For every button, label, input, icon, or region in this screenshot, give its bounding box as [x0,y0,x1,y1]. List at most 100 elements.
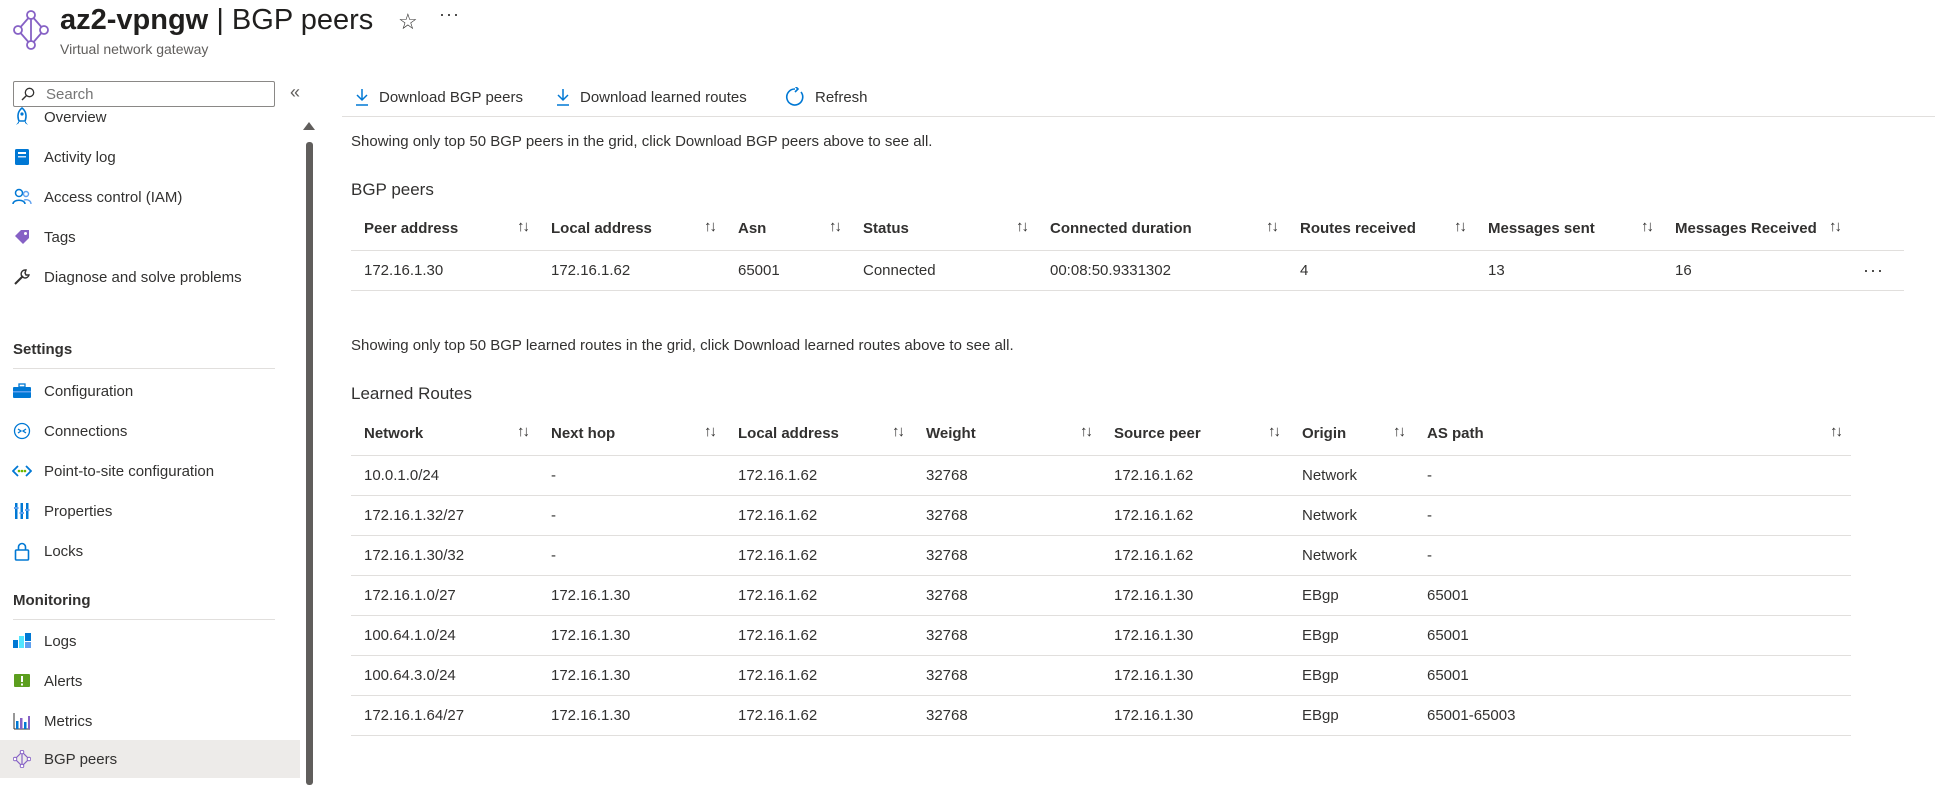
table-row[interactable]: 100.64.1.0/24 172.16.1.30 172.16.1.62 32… [351,615,1851,656]
sidebar-item-configuration[interactable]: Configuration [0,372,300,410]
column-header-as-path[interactable]: AS path ↑↓ [1414,411,1851,456]
download-learned-routes-button[interactable]: Download learned routes [556,82,747,112]
column-header-messages-received[interactable]: Messages Received ↑↓ [1662,206,1850,251]
origin-cell: EBgp [1289,615,1414,656]
column-header-weight[interactable]: Weight ↑↓ [913,411,1101,456]
next-hop-cell: - [538,455,725,496]
point-to-site-icon [12,461,32,481]
row-more-options-button[interactable]: ··· [1863,260,1884,280]
table-row[interactable]: 172.16.1.30/32 - 172.16.1.62 32768 172.1… [351,535,1851,576]
sidebar-item-locks[interactable]: Locks [0,532,300,570]
sort-icon[interactable]: ↑↓ [704,218,717,235]
peer-address-cell: 172.16.1.30 [351,250,538,291]
sidebar-item-alerts[interactable]: Alerts [0,662,300,700]
sidebar-item-iam[interactable]: Access control (IAM) [0,178,300,216]
next-hop-cell: 172.16.1.30 [538,615,725,656]
sidebar-item-label: Diagnose and solve problems [44,268,242,286]
column-header-origin[interactable]: Origin ↑↓ [1289,411,1414,456]
sidebar-item-activity-log[interactable]: Activity log [0,138,300,176]
column-header-asn[interactable]: Asn ↑↓ [725,206,850,251]
tag-icon [12,227,32,247]
scroll-up-arrow-icon[interactable] [303,122,315,130]
column-header-status[interactable]: Status ↑↓ [850,206,1037,251]
network-cell: 100.64.3.0/24 [351,655,538,696]
table-row[interactable]: 172.16.1.30 172.16.1.62 65001 Connected … [351,250,1904,291]
source-peer-cell: 172.16.1.30 [1101,575,1289,616]
sort-icon[interactable]: ↑↓ [1016,218,1029,235]
column-header-source-peer[interactable]: Source peer ↑↓ [1101,411,1289,456]
sort-icon[interactable]: ↑↓ [1393,423,1406,440]
table-row[interactable]: 10.0.1.0/24 - 172.16.1.62 32768 172.16.1… [351,455,1851,496]
sidebar-item-logs[interactable]: Logs [0,622,300,660]
column-header-label: Next hop [551,424,616,442]
weight-cell: 32768 [913,695,1101,736]
table-row[interactable]: 172.16.1.0/27 172.16.1.30 172.16.1.62 32… [351,575,1851,616]
log-book-icon [12,147,32,167]
table-header-row: Peer address ↑↓ Local address ↑↓ Asn ↑↓ Sta… [351,206,1904,251]
download-icon [557,89,569,106]
column-header-connected-duration[interactable]: Connected duration ↑↓ [1037,206,1287,251]
origin-cell: Network [1289,495,1414,536]
sort-icon[interactable]: ↑↓ [517,218,530,235]
sort-icon[interactable]: ↑↓ [1268,423,1281,440]
sort-icon[interactable]: ↑↓ [1829,218,1842,235]
local-address-cell: 172.16.1.62 [725,495,913,536]
source-peer-cell: 172.16.1.62 [1101,495,1289,536]
table-header-row: Network ↑↓ Next hop ↑↓ Local address ↑↓ Wei… [351,411,1851,456]
column-header-network[interactable]: Network ↑↓ [351,411,538,456]
properties-icon [12,501,32,521]
column-header-routes-received[interactable]: Routes received ↑↓ [1287,206,1475,251]
as-path-cell: - [1414,535,1851,576]
settings-heading: Settings [13,341,73,358]
sort-icon[interactable]: ↑↓ [892,423,905,440]
next-hop-cell: 172.16.1.30 [538,575,725,616]
local-address-cell: 172.16.1.62 [725,575,913,616]
column-header-local-address[interactable]: Local address ↑↓ [538,206,725,251]
sort-icon[interactable]: ↑↓ [829,218,842,235]
sidebar-item-diagnose[interactable]: Diagnose and solve problems [0,258,300,296]
column-header-messages-sent[interactable]: Messages sent ↑↓ [1475,206,1662,251]
column-header-label: Messages sent [1488,219,1595,237]
sidebar-item-tags[interactable]: Tags [0,218,300,256]
as-path-cell: - [1414,455,1851,496]
sort-icon[interactable]: ↑↓ [1830,423,1843,440]
rocket-icon [12,107,32,127]
sort-icon[interactable]: ↑↓ [1080,423,1093,440]
wrench-icon [12,267,32,287]
sort-icon[interactable]: ↑↓ [517,423,530,440]
table-row[interactable]: 172.16.1.64/27 172.16.1.30 172.16.1.62 3… [351,695,1851,736]
download-learned-routes-label: Download learned routes [580,88,747,106]
sort-icon[interactable]: ↑↓ [1641,218,1654,235]
bgp-peers-info-text: Showing only top 50 BGP peers in the gri… [351,133,933,150]
table-row[interactable]: 100.64.3.0/24 172.16.1.30 172.16.1.62 32… [351,655,1851,696]
origin-cell: EBgp [1289,655,1414,696]
column-header-peer-address[interactable]: Peer address ↑↓ [351,206,538,251]
sidebar-item-point-to-site[interactable]: Point-to-site configuration [0,452,300,490]
sidebar-item-connections[interactable]: Connections [0,412,300,450]
monitoring-heading: Monitoring [13,592,91,609]
sidebar-item-overview[interactable]: Overview [0,98,300,136]
sort-icon[interactable]: ↑↓ [1454,218,1467,235]
sidebar-item-bgp-peers[interactable]: BGP peers [0,740,300,778]
learned-routes-section-title: Learned Routes [351,384,472,403]
sidebar-item-metrics[interactable]: Metrics [0,702,300,740]
column-header-label: AS path [1427,424,1484,442]
favorite-star-icon[interactable]: ☆ [398,9,418,35]
sidebar-scrollbar[interactable] [306,142,313,785]
sidebar-item-label: Locks [44,542,84,560]
refresh-button[interactable]: Refresh [785,82,868,112]
more-options-button[interactable]: ··· [439,4,460,25]
download-bgp-peers-button[interactable]: Download BGP peers [355,82,523,112]
resource-menu: « Overview Activity log Access control (… [0,76,300,785]
sort-icon[interactable]: ↑↓ [1266,218,1279,235]
column-header-next-hop[interactable]: Next hop ↑↓ [538,411,725,456]
column-header-local-address[interactable]: Local address ↑↓ [725,411,913,456]
metrics-icon [12,711,32,731]
sidebar-item-properties[interactable]: Properties [0,492,300,530]
sidebar-item-label: Point-to-site configuration [44,462,215,480]
sort-icon[interactable]: ↑↓ [704,423,717,440]
sidebar-item-label: Activity log [44,148,116,166]
learned-routes-body: 10.0.1.0/24 - 172.16.1.62 32768 172.16.1… [351,455,1851,736]
sidebar-item-label: Connections [44,422,128,440]
table-row[interactable]: 172.16.1.32/27 - 172.16.1.62 32768 172.1… [351,495,1851,536]
